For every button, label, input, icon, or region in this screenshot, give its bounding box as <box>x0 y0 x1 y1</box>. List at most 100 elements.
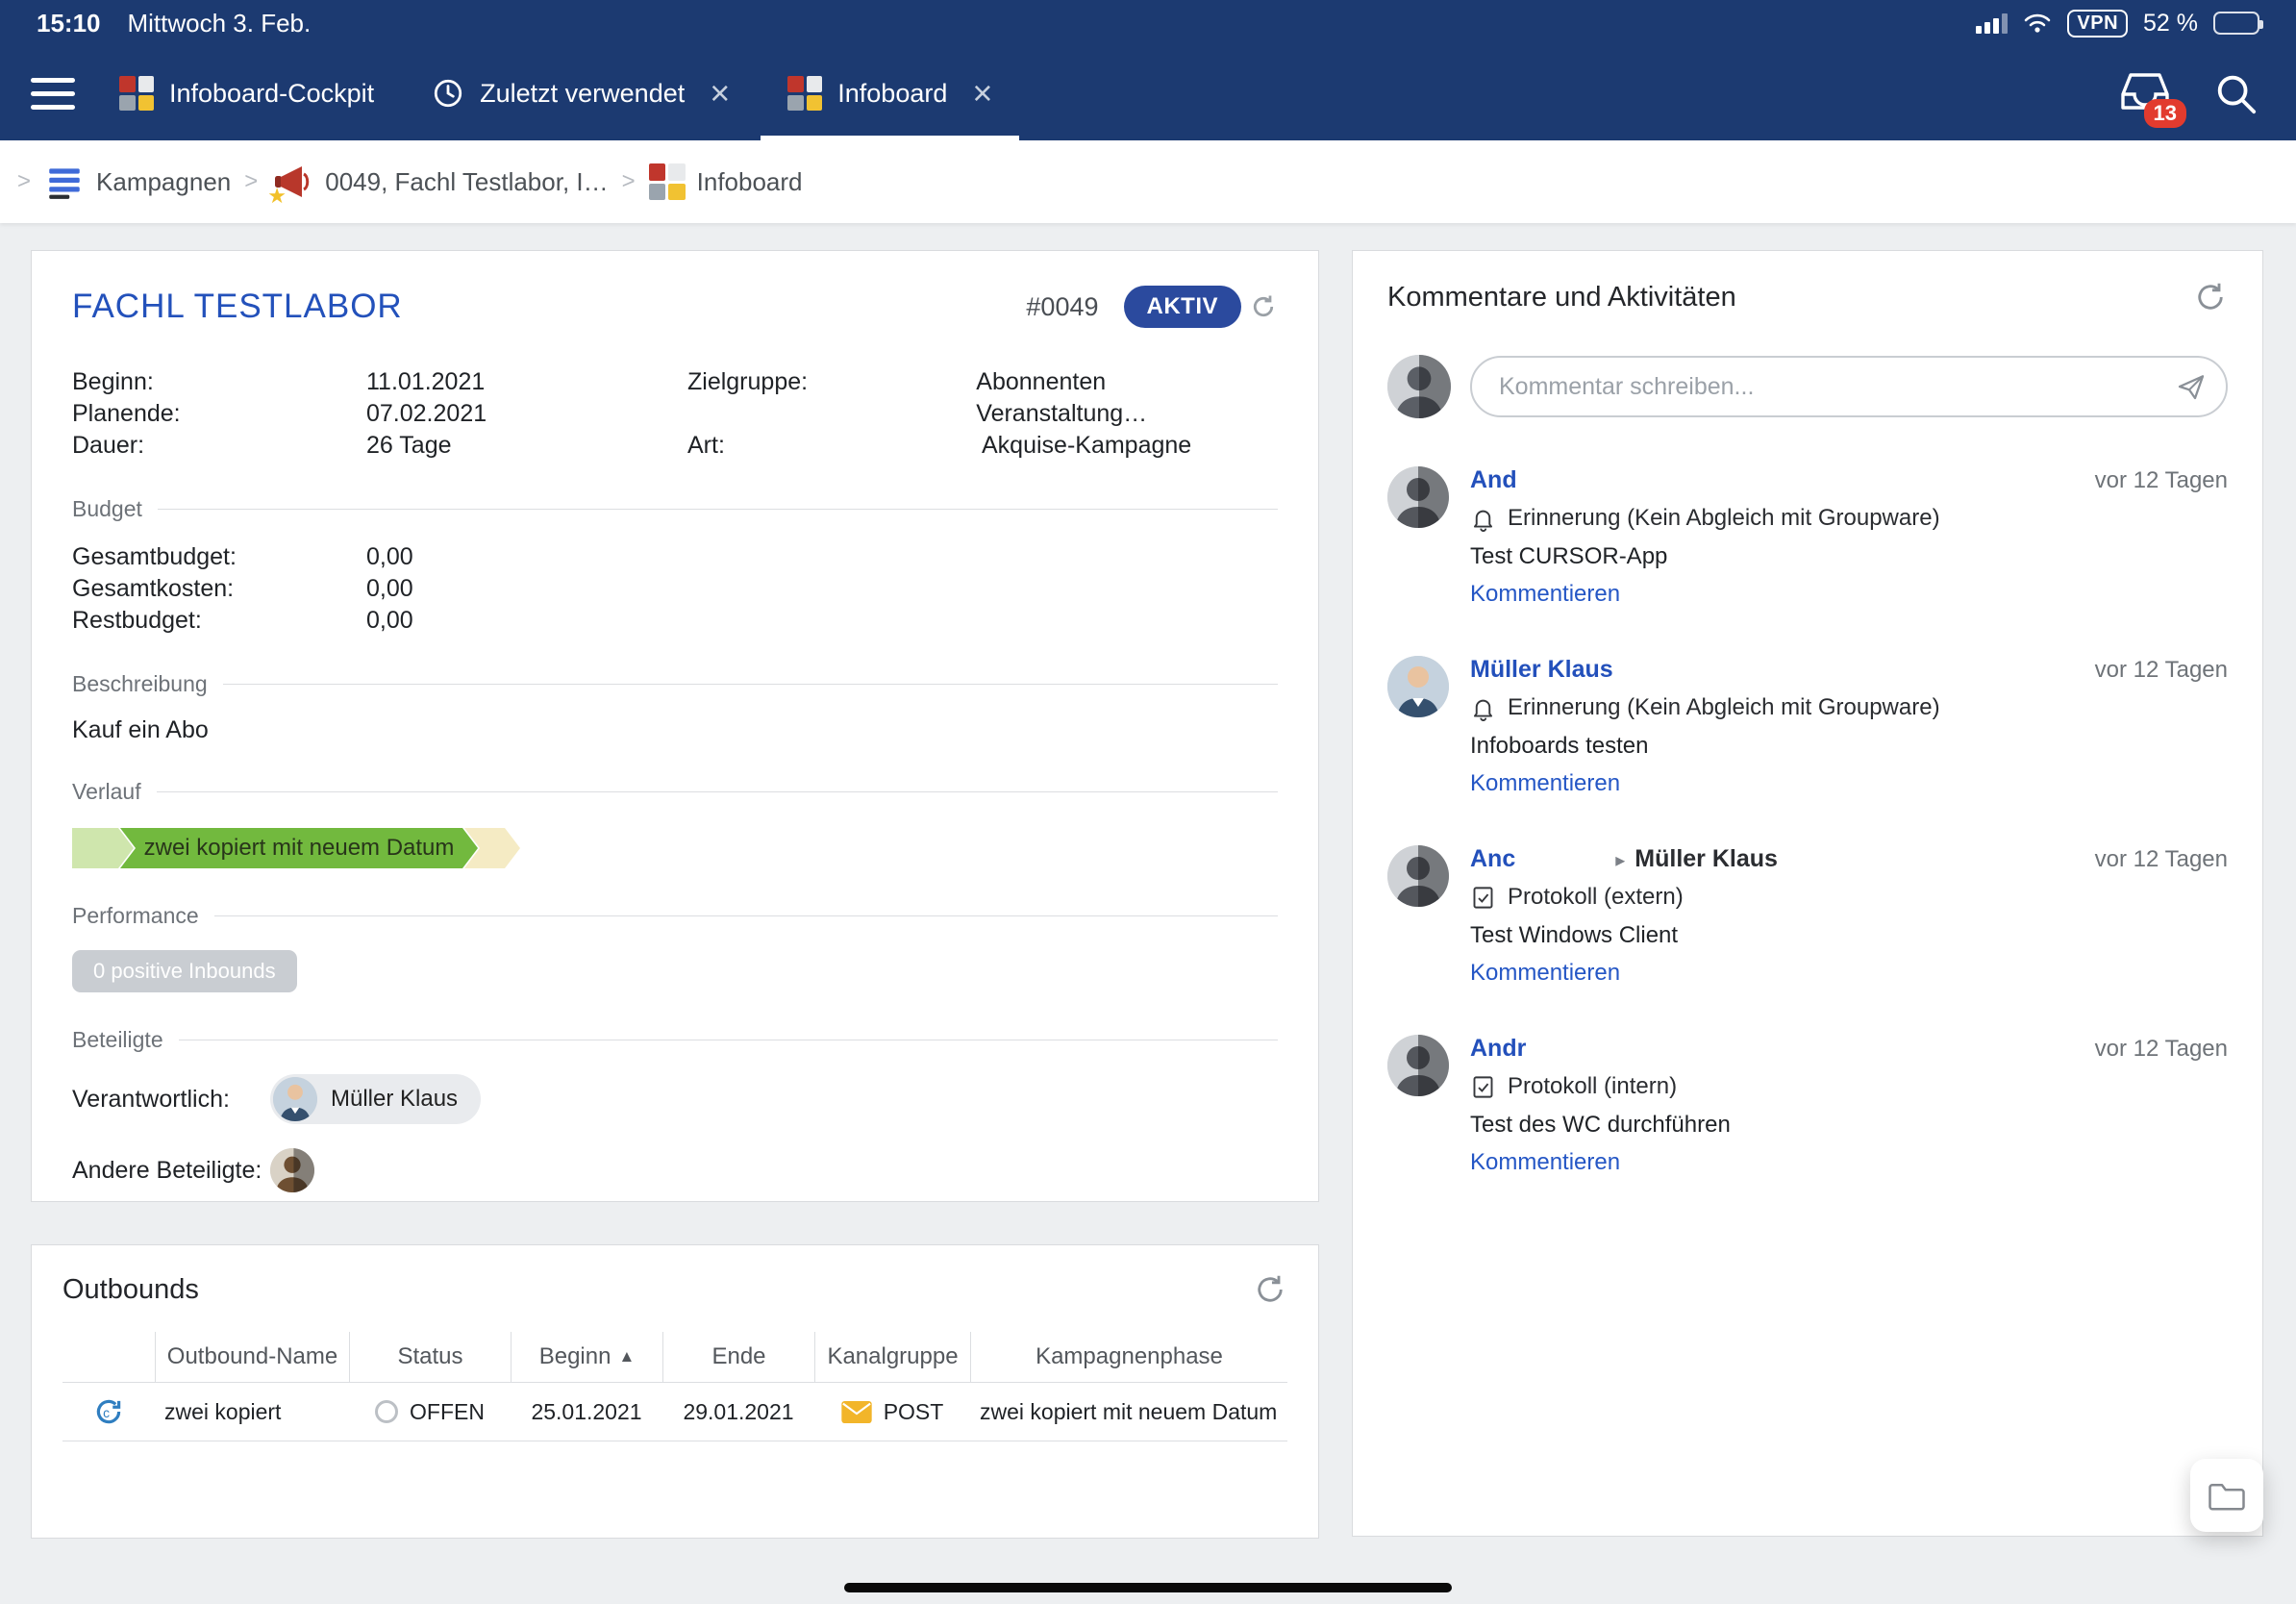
cellular-signal-icon <box>1976 13 2008 34</box>
responsible-person-chip[interactable]: Müller Klaus <box>270 1074 481 1124</box>
outbound-end-cell: 29.01.2021 <box>662 1383 814 1441</box>
budget-restbudget: Restbudget:0,00 <box>72 605 1278 637</box>
comment-item: And vor 12 Tagen Erinnerung (Kein Abglei… <box>1387 466 2228 608</box>
outbounds-title: Outbounds <box>62 1274 199 1306</box>
svg-text:c: c <box>103 1405 110 1420</box>
outbound-type-icon[interactable]: c <box>62 1383 155 1441</box>
send-icon[interactable] <box>2176 371 2207 402</box>
infoboard-grid-icon <box>119 76 154 111</box>
tab-zuletzt-verwendet[interactable]: Zuletzt verwendet × <box>403 46 759 140</box>
close-icon[interactable]: × <box>710 76 730 111</box>
battery-percent: 52 % <box>2143 10 2198 38</box>
status-time: 15:10 <box>37 9 101 38</box>
close-icon[interactable]: × <box>972 76 992 111</box>
responsible-label: Verantwortlich: <box>72 1086 270 1114</box>
status-badge: AKTIV <box>1124 286 1242 328</box>
description-text: Kauf ein Abo <box>72 716 1278 744</box>
folder-icon <box>2208 1480 2246 1512</box>
tab-label: Infoboard-Cockpit <box>169 79 374 109</box>
tab-infoboard-cockpit[interactable]: Infoboard-Cockpit <box>90 46 403 140</box>
comment-action-link[interactable]: Kommentieren <box>1470 770 2228 797</box>
clock-icon <box>432 77 464 110</box>
campaign-phase-ribbon: zwei kopiert mit neuem Datum <box>72 828 1278 868</box>
comment-author[interactable]: And <box>1470 466 1517 494</box>
field-art: Art:Akquise-Kampagne <box>687 430 1278 462</box>
bell-icon <box>1470 695 1496 721</box>
comment-text: Test des WC durchführen <box>1470 1112 2228 1139</box>
chevron-right-icon <box>17 168 31 195</box>
outbound-name-cell[interactable]: zwei kopiert <box>155 1383 349 1441</box>
chevron-right-icon <box>244 168 258 195</box>
megaphone-icon <box>271 161 313 203</box>
comment-avatar <box>1387 656 1449 717</box>
comment-text: Test Windows Client <box>1470 922 2228 949</box>
search-icon[interactable] <box>2213 71 2258 115</box>
comment-input[interactable] <box>1470 356 2228 417</box>
comment-action-link[interactable]: Kommentieren <box>1470 960 2228 987</box>
outbound-phase-cell: zwei kopiert mit neuem Datum <box>970 1383 1287 1441</box>
infoboard-grid-icon <box>649 163 686 200</box>
column-header-ende[interactable]: Ende <box>662 1332 814 1383</box>
section-beteiligte: Beteiligte <box>72 1027 1278 1053</box>
column-header-status[interactable]: Status <box>349 1332 511 1383</box>
home-indicator[interactable] <box>844 1583 1452 1592</box>
envelope-icon <box>841 1401 872 1423</box>
sync-icon[interactable] <box>1249 292 1278 321</box>
column-header-kampagnenphase[interactable]: Kampagnenphase <box>970 1332 1287 1383</box>
comment-author[interactable]: Anc <box>1470 845 1515 873</box>
breadcrumb: Kampagnen 0049, Fachl Testlabor, I… Info… <box>0 140 2296 223</box>
column-header-icon <box>62 1332 155 1383</box>
budget-gesamtbudget: Gesamtbudget:0,00 <box>72 541 1278 573</box>
responsible-name: Müller Klaus <box>331 1086 458 1113</box>
comment-author[interactable]: Müller Klaus <box>1470 656 1613 684</box>
refresh-button[interactable] <box>2193 280 2228 314</box>
navigation-bar: Infoboard-Cockpit Zuletzt verwendet × In… <box>0 46 2296 140</box>
comment-time: vor 12 Tagen <box>2095 467 2228 494</box>
others-label: Andere Beteiligte: <box>72 1157 270 1185</box>
comment-time: vor 12 Tagen <box>2095 1036 2228 1063</box>
comment-type: Erinnerung (Kein Abgleich mit Groupware) <box>1508 694 1940 721</box>
breadcrumb-kampagnen[interactable]: Kampagnen <box>44 162 231 202</box>
phase-segment-current[interactable]: zwei kopiert mit neuem Datum <box>120 828 478 868</box>
comment-time: vor 12 Tagen <box>2095 657 2228 684</box>
participant-avatar[interactable] <box>270 1148 314 1192</box>
column-header-name[interactable]: Outbound-Name <box>155 1332 349 1383</box>
screen: 15:10 Mittwoch 3. Feb. VPN 52 % Infoboar… <box>0 0 2296 1604</box>
folder-fab-button[interactable] <box>2190 1459 2263 1532</box>
section-budget: Budget <box>72 496 1278 522</box>
comment-action-link[interactable]: Kommentieren <box>1470 581 2228 608</box>
menu-icon[interactable] <box>13 46 90 140</box>
comment-target-person[interactable]: Müller Klaus <box>1635 845 1778 873</box>
avatar <box>273 1077 317 1121</box>
refresh-button[interactable] <box>1253 1272 1287 1307</box>
breadcrumb-infoboard[interactable]: Infoboard <box>649 163 803 200</box>
tab-infoboard[interactable]: Infoboard × <box>759 46 1021 140</box>
comment-item: Anc Müller Klaus vor 12 Tagen Protokoll … <box>1387 845 2228 987</box>
comment-composer <box>1387 355 2228 418</box>
tab-label: Infoboard <box>837 79 947 109</box>
comment-text: Infoboards testen <box>1470 733 2228 760</box>
protocol-check-icon <box>1470 1074 1496 1100</box>
column-header-beginn[interactable]: Beginn▲ <box>511 1332 662 1383</box>
comment-action-link[interactable]: Kommentieren <box>1470 1149 2228 1176</box>
comment-author[interactable]: Andr <box>1470 1035 1526 1063</box>
bell-icon <box>1470 506 1496 532</box>
status-bar: 15:10 Mittwoch 3. Feb. VPN 52 % <box>0 0 2296 46</box>
field-zielgruppe: Zielgruppe:Abonnenten Veranstaltung… <box>687 366 1278 430</box>
breadcrumb-label: 0049, Fachl Testlabor, I… <box>325 167 608 197</box>
comment-type: Erinnerung (Kein Abgleich mit Groupware) <box>1508 505 1940 532</box>
section-beschreibung: Beschreibung <box>72 671 1278 697</box>
outbound-status-cell: OFFEN <box>349 1383 511 1441</box>
status-open-icon <box>375 1400 398 1423</box>
comment-type: Protokoll (extern) <box>1508 884 1684 911</box>
comment-time: vor 12 Tagen <box>2095 846 2228 873</box>
campaign-number: #0049 <box>1026 292 1098 322</box>
column-header-kanalgruppe[interactable]: Kanalgruppe <box>814 1332 970 1383</box>
comment-text: Test CURSOR-App <box>1470 543 2228 570</box>
outbound-begin-cell: 25.01.2021 <box>511 1383 662 1441</box>
notifications-tray-button[interactable]: 13 <box>2119 71 2171 116</box>
campaign-list-icon <box>44 162 85 202</box>
breadcrumb-campaign-record[interactable]: 0049, Fachl Testlabor, I… <box>271 161 608 203</box>
field-dauer: Dauer:26 Tage <box>72 430 687 462</box>
notification-badge: 13 <box>2144 99 2186 128</box>
